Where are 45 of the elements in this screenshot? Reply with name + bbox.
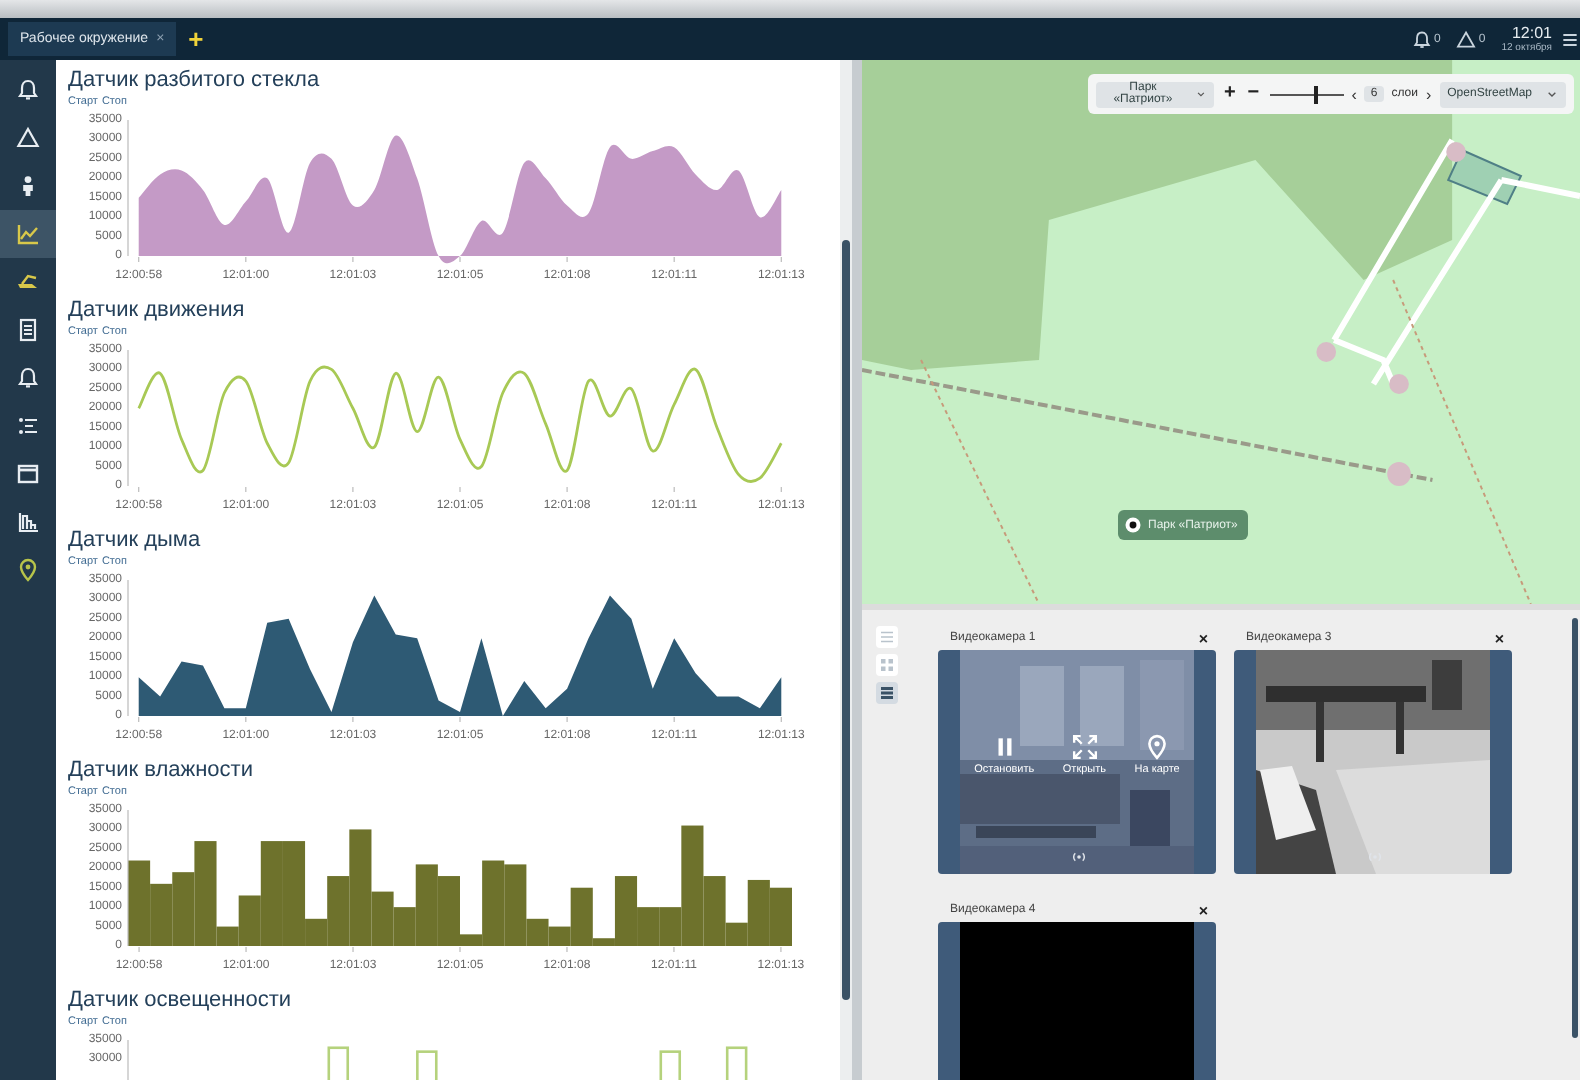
slider-thumb[interactable] — [1313, 85, 1318, 103]
chart-bar — [150, 883, 173, 946]
zoom-in-button[interactable]: + — [1221, 84, 1238, 104]
chart-bar — [327, 1046, 350, 1080]
rows-icon — [877, 684, 895, 702]
bell-icon — [1412, 29, 1433, 49]
chart-bar — [659, 1050, 682, 1080]
zoom-out-button[interactable]: − — [1245, 84, 1262, 104]
warning-icon — [1456, 29, 1477, 49]
chart-title: Датчик освещенности — [68, 988, 294, 1014]
menu-icon — [1560, 29, 1580, 49]
layout-button[interactable] — [875, 682, 897, 704]
sidebar-item[interactable] — [0, 210, 56, 258]
y-axis — [127, 1039, 129, 1080]
chart-title: Датчик движения — [68, 298, 247, 324]
y-axis — [127, 579, 129, 717]
close-button[interactable]: × — [1494, 629, 1504, 647]
y-axis — [127, 809, 129, 947]
broadcast-icon — [1365, 848, 1383, 866]
chart-title: Датчик дыма — [68, 528, 203, 554]
scrollbar-thumb[interactable] — [1572, 618, 1578, 1038]
close-button[interactable]: × — [1198, 901, 1208, 919]
scrollbar-thumb[interactable] — [842, 240, 850, 1000]
expand-icon — [1071, 734, 1098, 760]
next-button[interactable]: › — [1425, 85, 1432, 103]
pin-icon — [1144, 734, 1171, 760]
chart-title: Датчик влажности — [68, 758, 255, 784]
zoom-slider[interactable] — [1269, 85, 1344, 103]
previous-button[interactable]: ‹ — [1351, 85, 1357, 103]
caret-icon — [1193, 86, 1208, 102]
y-axis — [127, 349, 129, 487]
chart-bar — [172, 872, 195, 946]
chart-bar — [725, 1046, 748, 1080]
list-icon — [877, 628, 895, 646]
marker-icon — [1124, 516, 1142, 534]
y-axis — [127, 119, 129, 257]
close-button[interactable]: × — [1198, 629, 1208, 647]
chart-bar — [128, 860, 151, 946]
clock-time: 12:01 — [1511, 24, 1552, 42]
chart-title: Датчик разбитого стекла — [68, 68, 322, 94]
grid-icon — [877, 656, 895, 674]
broadcast-icon — [1069, 848, 1087, 866]
chart-bar — [416, 1050, 438, 1080]
chart-bar — [769, 887, 792, 946]
add-tab-button[interactable]: + — [176, 26, 216, 52]
